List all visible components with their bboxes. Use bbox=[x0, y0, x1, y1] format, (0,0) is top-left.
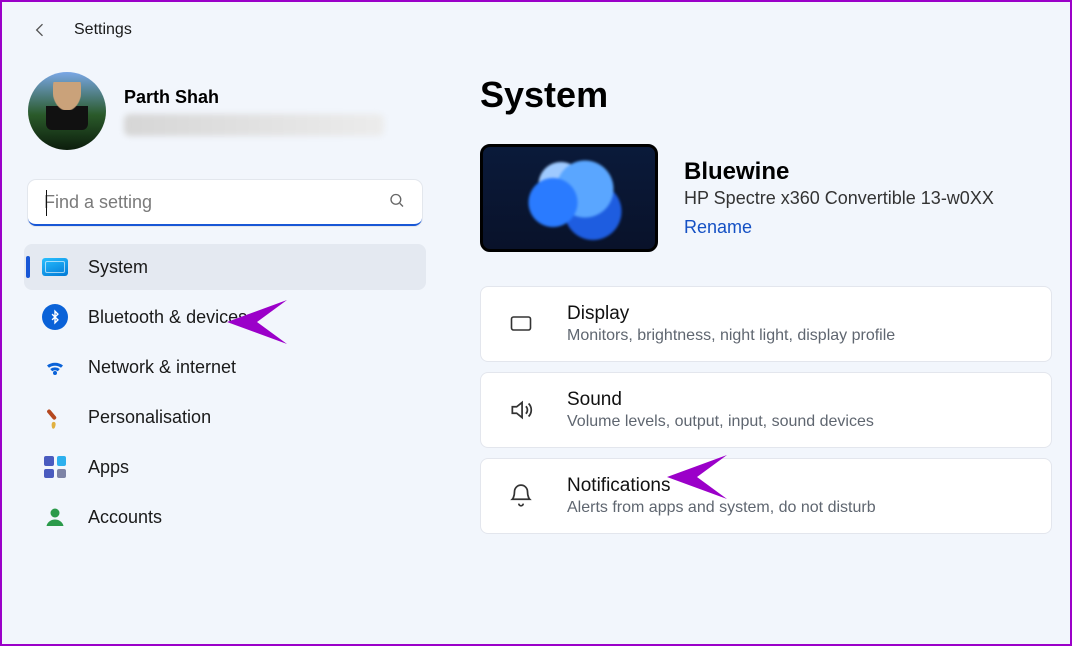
wifi-icon bbox=[42, 354, 68, 380]
search-input[interactable] bbox=[28, 180, 422, 226]
sidebar-item-label: Personalisation bbox=[88, 407, 211, 428]
card-title: Sound bbox=[567, 389, 874, 411]
card-subtitle: Volume levels, output, input, sound devi… bbox=[567, 413, 874, 431]
main-panel: System Bluewine HP Spectre x360 Converti… bbox=[440, 46, 1052, 540]
card-subtitle: Monitors, brightness, night light, displ… bbox=[567, 327, 895, 345]
sidebar-item-accounts[interactable]: Accounts bbox=[24, 494, 426, 540]
device-thumbnail[interactable] bbox=[480, 144, 658, 252]
sidebar-item-bluetooth[interactable]: Bluetooth & devices bbox=[24, 294, 426, 340]
device-name: Bluewine bbox=[684, 158, 994, 186]
avatar bbox=[28, 72, 106, 150]
sidebar-item-apps[interactable]: Apps bbox=[24, 444, 426, 490]
sidebar-item-label: Apps bbox=[88, 457, 129, 478]
display-icon bbox=[503, 312, 539, 336]
search-icon bbox=[388, 192, 406, 215]
brush-icon bbox=[42, 404, 68, 430]
sidebar-item-network[interactable]: Network & internet bbox=[24, 344, 426, 390]
settings-card-sound[interactable]: Sound Volume levels, output, input, soun… bbox=[480, 372, 1052, 448]
accounts-icon bbox=[42, 504, 68, 530]
settings-card-notifications[interactable]: Notifications Alerts from apps and syste… bbox=[480, 458, 1052, 534]
device-model: HP Spectre x360 Convertible 13-w0XX bbox=[684, 188, 994, 209]
apps-icon bbox=[42, 454, 68, 480]
sidebar-item-label: System bbox=[88, 257, 148, 278]
device-summary: Bluewine HP Spectre x360 Convertible 13-… bbox=[480, 144, 1052, 252]
sidebar-item-label: Bluetooth & devices bbox=[88, 307, 247, 328]
card-title: Display bbox=[567, 303, 895, 325]
search-field[interactable] bbox=[28, 180, 422, 226]
bluetooth-icon bbox=[42, 304, 68, 330]
sound-icon bbox=[503, 397, 539, 423]
rename-link[interactable]: Rename bbox=[684, 217, 752, 238]
user-email-blurred bbox=[124, 114, 384, 136]
profile-block[interactable]: Parth Shah bbox=[20, 64, 430, 164]
card-subtitle: Alerts from apps and system, do not dist… bbox=[567, 499, 876, 517]
sidebar-item-label: Accounts bbox=[88, 507, 162, 528]
username: Parth Shah bbox=[124, 87, 384, 108]
card-title: Notifications bbox=[567, 475, 876, 497]
sidebar-item-personalisation[interactable]: Personalisation bbox=[24, 394, 426, 440]
sidebar: Parth Shah System Bluetooth & devices bbox=[20, 46, 440, 540]
back-icon[interactable] bbox=[30, 20, 50, 40]
page-title: System bbox=[480, 74, 1052, 116]
app-title: Settings bbox=[74, 21, 132, 39]
settings-card-display[interactable]: Display Monitors, brightness, night ligh… bbox=[480, 286, 1052, 362]
sidebar-item-system[interactable]: System bbox=[24, 244, 426, 290]
system-icon bbox=[42, 254, 68, 280]
sidebar-item-label: Network & internet bbox=[88, 357, 236, 378]
notifications-icon bbox=[503, 483, 539, 509]
